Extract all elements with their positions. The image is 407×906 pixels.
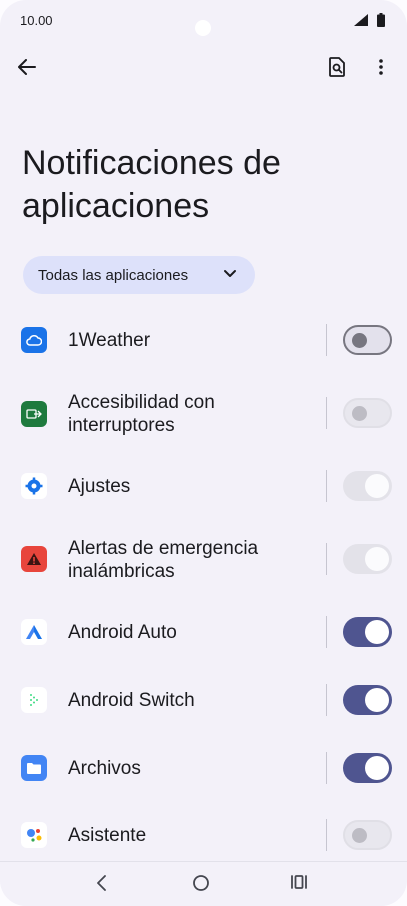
- app-filter-dropdown[interactable]: Todas las aplicaciones: [23, 256, 255, 294]
- chevron-down-icon: [224, 270, 236, 277]
- app-label: Ajustes: [68, 476, 131, 497]
- divider: [326, 470, 327, 502]
- notification-toggle[interactable]: [343, 325, 392, 355]
- list-item-ajustes[interactable]: Ajustes: [0, 464, 407, 508]
- android-switch-icon: [21, 687, 47, 713]
- notification-toggle[interactable]: [343, 544, 392, 574]
- folder-icon: [21, 755, 47, 781]
- status-bar: 10.00: [0, 0, 407, 40]
- divider: [326, 324, 327, 356]
- battery-icon: [377, 13, 385, 27]
- switch-access-icon: [21, 401, 47, 427]
- status-time: 10.00: [20, 13, 53, 28]
- list-item-asistente[interactable]: Asistente: [0, 813, 407, 857]
- camera-cutout: [195, 20, 211, 36]
- search-settings-button[interactable]: [322, 52, 352, 82]
- back-button[interactable]: [12, 52, 42, 82]
- android-auto-icon: [21, 619, 47, 645]
- app-label: Asistente: [68, 825, 147, 846]
- notification-toggle[interactable]: [343, 471, 392, 501]
- nav-home-icon[interactable]: [192, 874, 210, 892]
- notification-toggle[interactable]: [343, 753, 392, 783]
- arrow-back-icon: [18, 59, 36, 75]
- cloud-icon: [21, 327, 47, 353]
- notification-toggle[interactable]: [343, 685, 392, 715]
- gear-icon: [21, 473, 47, 499]
- warning-icon: [21, 546, 47, 572]
- divider: [326, 543, 327, 575]
- app-label: Android Auto: [68, 622, 177, 643]
- app-label: Archivos: [68, 758, 141, 779]
- assistant-icon: [21, 822, 47, 848]
- list-item-1weather[interactable]: 1Weather: [0, 318, 407, 362]
- divider: [326, 397, 327, 429]
- filter-label: Todas las aplicaciones: [38, 266, 189, 284]
- divider: [326, 684, 327, 716]
- list-item-archivos[interactable]: Archivos: [0, 746, 407, 790]
- divider: [326, 616, 327, 648]
- list-item-android-switch[interactable]: Android Switch: [0, 678, 407, 722]
- top-app-bar: [0, 44, 407, 92]
- app-label: Android Switch: [68, 690, 195, 711]
- divider: [326, 819, 327, 851]
- app-label: Accesibilidad con interruptores: [68, 392, 215, 436]
- list-item-accesibilidad[interactable]: Accesibilidad con interruptores: [0, 384, 407, 444]
- app-label: 1Weather: [68, 330, 151, 351]
- list-item-alertas-emergencia[interactable]: Alertas de emergencia inalámbricas: [0, 529, 407, 589]
- search-document-icon: [329, 57, 345, 77]
- nav-recents-icon[interactable]: [290, 873, 308, 891]
- more-options-button[interactable]: [366, 52, 396, 82]
- page-title: Notificaciones de aplicaciones: [22, 144, 281, 225]
- app-label: Alertas de emergencia inalámbricas: [68, 538, 259, 582]
- nav-back-icon[interactable]: [92, 872, 112, 894]
- notification-toggle[interactable]: [343, 398, 392, 428]
- signal-icon: [354, 14, 368, 26]
- list-item-android-auto[interactable]: Android Auto: [0, 610, 407, 654]
- more-vert-icon: [379, 59, 383, 75]
- divider: [326, 752, 327, 784]
- notification-toggle[interactable]: [343, 820, 392, 850]
- system-navigation-bar: [0, 861, 407, 906]
- screen: 10.00 Notificaciones de aplicaciones Tod…: [0, 0, 407, 906]
- notification-toggle[interactable]: [343, 617, 392, 647]
